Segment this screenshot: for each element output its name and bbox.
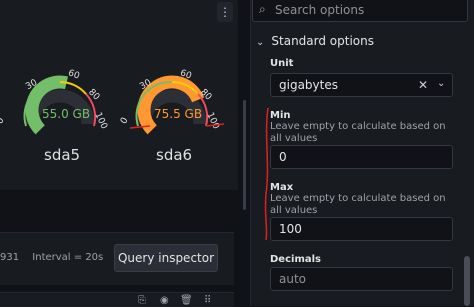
query-interval: Interval = 20s: [32, 252, 104, 263]
max-description: Leave empty to calculate based on all va…: [270, 193, 446, 216]
annotation-bracket: [264, 107, 269, 241]
max-value: 100: [279, 222, 302, 236]
annotation-underline: [129, 123, 225, 129]
unit-value: gigabytes: [279, 78, 338, 92]
copy-icon[interactable]: ⎘: [138, 295, 146, 306]
options-scrollbar[interactable]: [464, 256, 470, 306]
eye-icon[interactable]: ◉: [160, 295, 169, 306]
chevron-down-icon: ⌄: [256, 37, 265, 48]
search-options[interactable]: ⌕ Search options: [252, 0, 468, 22]
section-title: Standard options: [271, 34, 374, 48]
gauge-sda6-label: sda6: [156, 146, 193, 164]
gauge-sda5-value: 55.0 GB: [42, 107, 91, 121]
query-inspector-button[interactable]: Query inspector: [114, 244, 218, 272]
gauge-sda6-value: 75.5 GB: [154, 107, 203, 121]
panel-menu-icon[interactable]: ⋮: [217, 2, 233, 22]
clear-icon[interactable]: ✕: [418, 78, 428, 92]
chevron-down-icon[interactable]: ⌄: [437, 78, 445, 89]
min-input[interactable]: 0: [270, 145, 453, 169]
bottom-toolbar: [0, 292, 234, 307]
panel-scrollbar[interactable]: [243, 100, 246, 210]
search-icon: ⌕: [259, 2, 266, 16]
standard-options-header[interactable]: ⌄ Standard options: [256, 34, 374, 48]
decimals-input[interactable]: auto: [270, 267, 453, 291]
trash-icon[interactable]: 🗑: [180, 295, 193, 306]
max-input[interactable]: 100: [270, 217, 453, 241]
unit-label: Unit: [270, 58, 294, 69]
drag-icon[interactable]: ⠿: [204, 295, 211, 306]
gauge-sda5-label: sda5: [44, 146, 81, 164]
query-info-prefix: 931: [0, 252, 20, 263]
decimals-placeholder: auto: [279, 272, 307, 286]
decimals-label: Decimals: [270, 254, 321, 265]
min-description: Leave empty to calculate based on all va…: [270, 121, 446, 144]
search-placeholder: Search options: [275, 3, 365, 17]
min-value: 0: [279, 150, 287, 164]
query-info: 931 Interval = 20s: [0, 252, 103, 263]
